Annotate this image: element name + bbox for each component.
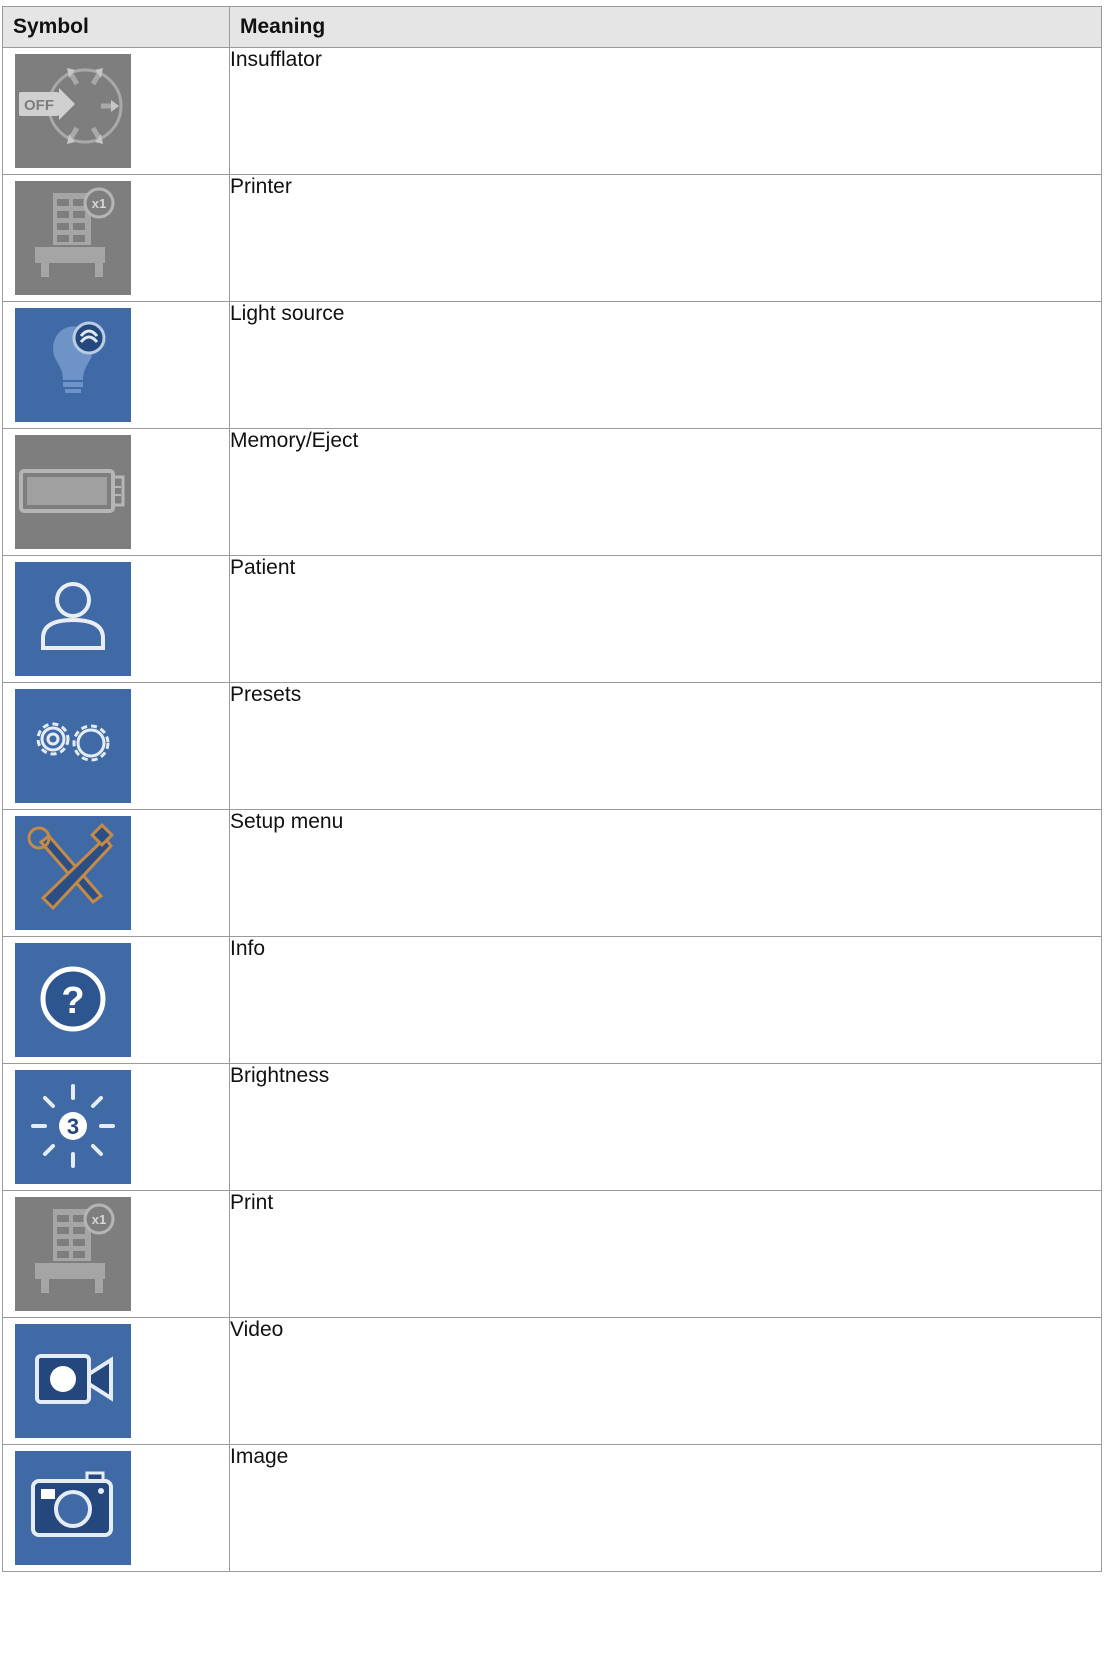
insufflator-badge: OFF [24,97,54,114]
symbol-cell [2,809,230,937]
symbol-table: Symbol Meaning OFF Insufflator x1 Printe… [2,6,1102,1572]
table-header-row: Symbol Meaning [2,6,1102,48]
meaning-cell: Print [229,1190,1102,1318]
symbol-cell: 3 [2,1063,230,1191]
table-row: OFF Insufflator [2,47,1102,175]
meaning-cell: Image [229,1444,1102,1572]
print-badge: x1 [92,1212,106,1227]
meaning-cell: Insufflator [229,47,1102,175]
presets-icon [15,689,131,803]
meaning-column-header: Meaning [229,6,1102,48]
symbol-cell: ? [2,936,230,1064]
table-row: 3 Brightness [2,1063,1102,1191]
setup-menu-icon [15,816,131,930]
table-row: Memory/Eject [2,428,1102,556]
meaning-cell: Video [229,1317,1102,1445]
table-row: Image [2,1444,1102,1572]
symbol-cell [2,301,230,429]
meaning-cell: Presets [229,682,1102,810]
symbol-cell [2,682,230,810]
insufflator-icon: OFF [15,54,131,168]
brightness-badge: 3 [67,1114,79,1139]
table-row: Presets [2,682,1102,810]
symbol-cell: x1 [2,174,230,302]
meaning-cell: Patient [229,555,1102,683]
symbol-cell: x1 [2,1190,230,1318]
table-row: x1 Print [2,1190,1102,1318]
info-badge: ? [61,980,84,1022]
meaning-cell: Light source [229,301,1102,429]
meaning-cell: Brightness [229,1063,1102,1191]
video-icon [15,1324,131,1438]
meaning-cell: Info [229,936,1102,1064]
table-row: ? Info [2,936,1102,1064]
image-icon [15,1451,131,1565]
memory-eject-icon [15,435,131,549]
table-row: Patient [2,555,1102,683]
symbol-cell [2,1444,230,1572]
symbol-column-header: Symbol [2,6,230,48]
printer-icon: x1 [15,181,131,295]
symbol-cell [2,428,230,556]
print-icon: x1 [15,1197,131,1311]
table-row: Video [2,1317,1102,1445]
light-source-icon [15,308,131,422]
info-icon: ? [15,943,131,1057]
symbol-cell [2,1317,230,1445]
patient-icon [15,562,131,676]
brightness-icon: 3 [15,1070,131,1184]
table-row: Setup menu [2,809,1102,937]
printer-badge: x1 [92,196,106,211]
meaning-cell: Printer [229,174,1102,302]
symbol-cell: OFF [2,47,230,175]
symbol-cell [2,555,230,683]
meaning-cell: Setup menu [229,809,1102,937]
meaning-cell: Memory/Eject [229,428,1102,556]
table-row: x1 Printer [2,174,1102,302]
table-row: Light source [2,301,1102,429]
